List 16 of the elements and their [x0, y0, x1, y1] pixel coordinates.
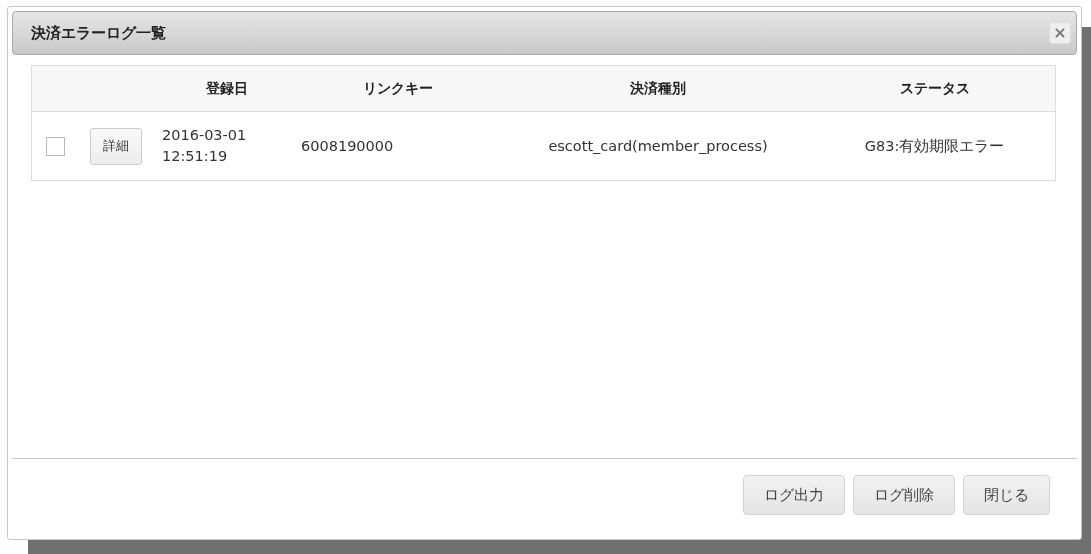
detail-button[interactable]: 詳細 — [90, 127, 142, 165]
status-cell: G83:有効期限エラー — [864, 137, 1005, 154]
footer-button[interactable]: ログ削除 — [853, 475, 955, 515]
link-key-cell: 6008190000 — [301, 138, 394, 154]
dialog-title: 決済エラーログ一覧 — [31, 23, 166, 43]
footer-button[interactable]: ログ出力 — [743, 475, 845, 515]
date-text: 2016-03-01 — [162, 126, 248, 145]
payment-type-cell: escott_card(member_process) — [548, 138, 768, 154]
column-header: 登録日 — [161, 65, 293, 112]
row-checkbox[interactable] — [46, 136, 65, 156]
column-header: ステータス — [814, 65, 1056, 112]
column-header: リンクキー — [293, 65, 502, 112]
footer-button[interactable]: 閉じる — [963, 475, 1050, 515]
column-header: 決済種別 — [502, 65, 814, 112]
close-button[interactable]: × — [1049, 22, 1071, 44]
time-text: 12:51:19 — [162, 147, 229, 166]
